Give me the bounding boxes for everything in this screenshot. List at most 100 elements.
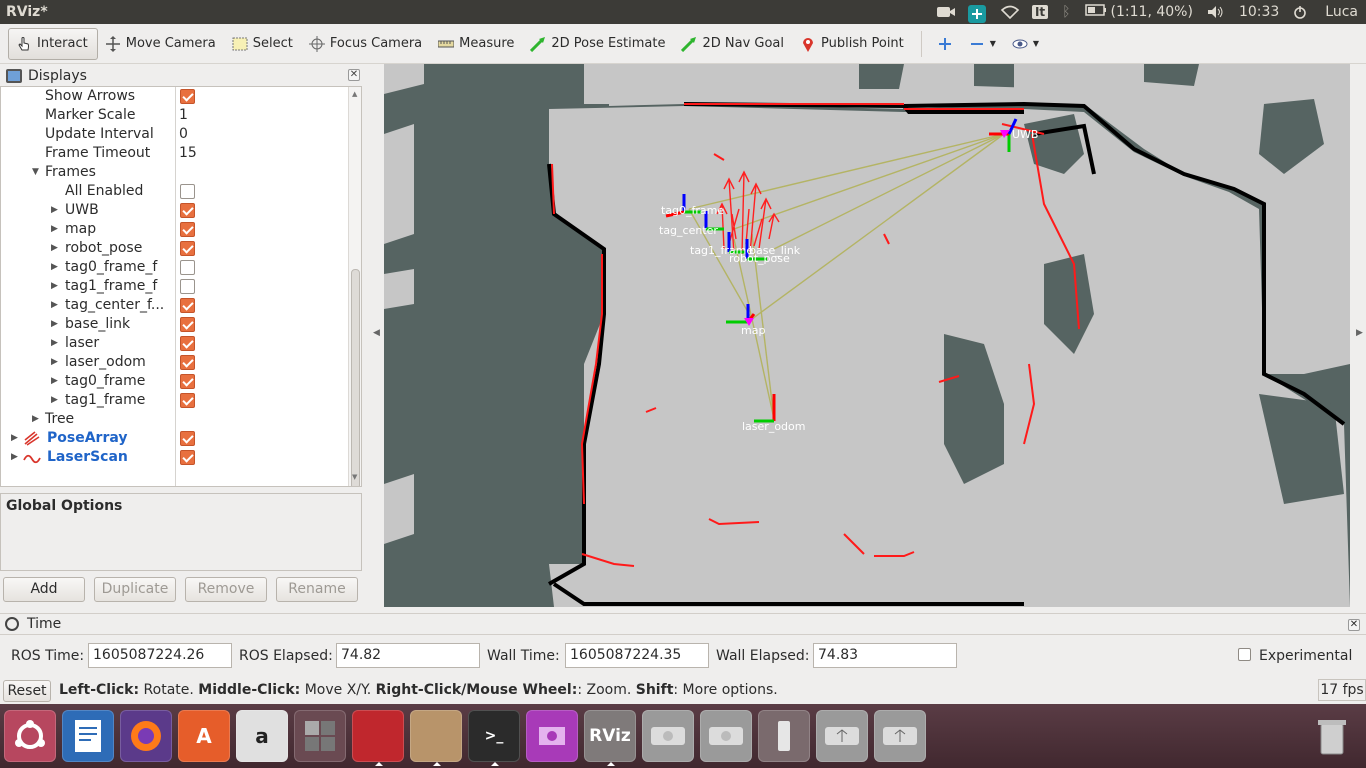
collapse-right-icon[interactable]: ▶ xyxy=(1356,328,1363,338)
tree-row[interactable]: Update Interval 0 xyxy=(1,125,349,144)
ros-time-field[interactable]: 1605087224.26 xyxy=(88,643,232,668)
checkbox[interactable] xyxy=(180,355,195,370)
expand-right-icon[interactable]: ▶ xyxy=(51,372,58,391)
remove-button[interactable]: Remove xyxy=(185,577,267,602)
tree-row[interactable]: ▶ PoseArray xyxy=(1,429,349,448)
map-render[interactable]: tag0_frame tag_center tag1_frame base_li… xyxy=(384,64,1350,607)
camera-icon[interactable] xyxy=(936,5,955,19)
expand-down-icon[interactable]: ▼ xyxy=(32,163,39,182)
checkbox[interactable] xyxy=(180,203,195,218)
property-value[interactable]: 1 xyxy=(179,106,188,125)
checkbox[interactable] xyxy=(180,336,195,351)
checkbox[interactable] xyxy=(180,260,195,275)
rviz-icon[interactable]: RViz xyxy=(584,710,636,766)
tree-row[interactable]: ▶ tag0_frame xyxy=(1,372,349,391)
reset-button[interactable]: Reset xyxy=(3,680,51,702)
add-button[interactable]: Add xyxy=(3,577,85,602)
workspaces-icon[interactable] xyxy=(294,710,346,762)
expand-right-icon[interactable]: ▶ xyxy=(32,410,39,429)
expand-right-icon[interactable]: ▶ xyxy=(51,239,58,258)
property-value[interactable]: 0 xyxy=(179,125,188,144)
close-icon[interactable]: ✕ xyxy=(348,69,360,81)
checkbox[interactable] xyxy=(180,374,195,389)
checkbox[interactable] xyxy=(180,241,195,256)
checkbox[interactable] xyxy=(180,317,195,332)
checkbox[interactable] xyxy=(180,450,195,465)
view-options-button[interactable]: ▼ xyxy=(1005,28,1048,60)
expand-right-icon[interactable]: ▶ xyxy=(51,277,58,296)
video-icon[interactable] xyxy=(526,710,578,762)
checkbox[interactable] xyxy=(180,393,195,408)
wall-time-field[interactable]: 1605087224.35 xyxy=(565,643,709,668)
rename-button[interactable]: Rename xyxy=(276,577,358,602)
expand-right-icon[interactable]: ▶ xyxy=(11,448,18,467)
ros-elapsed-field[interactable]: 74.82 xyxy=(336,643,480,668)
trash-icon[interactable] xyxy=(1306,710,1358,762)
usb-drive-icon[interactable] xyxy=(758,710,810,762)
expand-right-icon[interactable]: ▶ xyxy=(51,201,58,220)
expand-right-icon[interactable]: ▶ xyxy=(11,429,18,448)
measure-tool-button[interactable]: Measure xyxy=(431,28,523,60)
tree-row[interactable]: ▶ base_link xyxy=(1,315,349,334)
tree-row[interactable]: ▶ UWB xyxy=(1,201,349,220)
usb-drive-3-icon[interactable] xyxy=(874,710,926,762)
right-splitter[interactable]: ▶ xyxy=(1352,64,1366,607)
screen-recorder-icon[interactable] xyxy=(352,710,404,766)
tree-row[interactable]: Show Arrows xyxy=(1,87,349,106)
pose-estimate-tool-button[interactable]: 2D Pose Estimate xyxy=(523,28,674,60)
clock[interactable]: 10:33 xyxy=(1239,4,1279,20)
tree-row[interactable]: ▶ Tree xyxy=(1,410,349,429)
usb-drive-2-icon[interactable] xyxy=(816,710,868,762)
tree-row[interactable]: Marker Scale 1 xyxy=(1,106,349,125)
scroll-down-icon[interactable]: ▼ xyxy=(352,473,357,481)
duplicate-button[interactable]: Duplicate xyxy=(94,577,176,602)
teamviewer-icon[interactable] xyxy=(967,5,986,23)
checkbox[interactable] xyxy=(180,298,195,313)
drive-icon[interactable] xyxy=(642,710,694,762)
wall-elapsed-field[interactable]: 74.83 xyxy=(813,643,957,668)
software-center-icon[interactable]: A xyxy=(178,710,230,762)
tree-row[interactable]: ▶ laser_odom xyxy=(1,353,349,372)
writer-icon[interactable] xyxy=(62,710,114,762)
checkbox[interactable] xyxy=(180,431,195,446)
tree-row[interactable]: ▶ robot_pose xyxy=(1,239,349,258)
checkbox[interactable] xyxy=(180,89,195,104)
volume-icon[interactable] xyxy=(1207,5,1225,19)
remove-tool-button[interactable]: ▼ xyxy=(962,28,1005,60)
tree-row[interactable]: ▶ map xyxy=(1,220,349,239)
expand-right-icon[interactable]: ▶ xyxy=(51,296,58,315)
move-camera-tool-button[interactable]: Move Camera xyxy=(98,28,225,60)
amazon-icon[interactable]: a xyxy=(236,710,288,762)
scrollbar-thumb[interactable] xyxy=(351,269,360,486)
expand-right-icon[interactable]: ▶ xyxy=(51,258,58,277)
user-name[interactable]: Luca xyxy=(1325,4,1358,20)
battery-status[interactable]: (1:11, 40%) xyxy=(1084,4,1193,20)
nav-goal-tool-button[interactable]: 2D Nav Goal xyxy=(674,28,793,60)
checkbox[interactable] xyxy=(180,184,195,199)
tree-scrollbar[interactable]: ▲ ▼ xyxy=(348,87,361,486)
interact-tool-button[interactable]: Interact xyxy=(8,27,98,60)
wifi-icon[interactable] xyxy=(1000,5,1020,20)
checkbox[interactable] xyxy=(180,222,195,237)
tree-row[interactable]: Frame Timeout 15 xyxy=(1,144,349,163)
tree-row[interactable]: ▼ Frames xyxy=(1,163,349,182)
expand-right-icon[interactable]: ▶ xyxy=(51,220,58,239)
tree-row[interactable]: ▶ tag_center_f... xyxy=(1,296,349,315)
select-tool-button[interactable]: Select xyxy=(225,28,302,60)
ubuntu-dash-icon[interactable] xyxy=(4,710,56,762)
keyboard-icon[interactable]: It xyxy=(1031,5,1049,19)
checkbox[interactable] xyxy=(180,279,195,294)
power-icon[interactable] xyxy=(1293,5,1311,19)
expand-right-icon[interactable]: ▶ xyxy=(51,315,58,334)
firefox-icon[interactable] xyxy=(120,710,172,762)
bluetooth-icon[interactable]: ᛒ xyxy=(1062,4,1070,20)
tree-row[interactable]: ▶ laser xyxy=(1,334,349,353)
left-splitter[interactable]: ◀ xyxy=(370,64,384,607)
expand-right-icon[interactable]: ▶ xyxy=(51,353,58,372)
expand-right-icon[interactable]: ▶ xyxy=(51,334,58,353)
tree-row[interactable]: ▶ tag0_frame_f xyxy=(1,258,349,277)
tree-row[interactable]: ▶ tag1_frame xyxy=(1,391,349,410)
global-options-panel[interactable]: Global Options xyxy=(0,493,362,571)
property-value[interactable]: 15 xyxy=(179,144,197,163)
publish-point-tool-button[interactable]: Publish Point xyxy=(793,28,913,60)
